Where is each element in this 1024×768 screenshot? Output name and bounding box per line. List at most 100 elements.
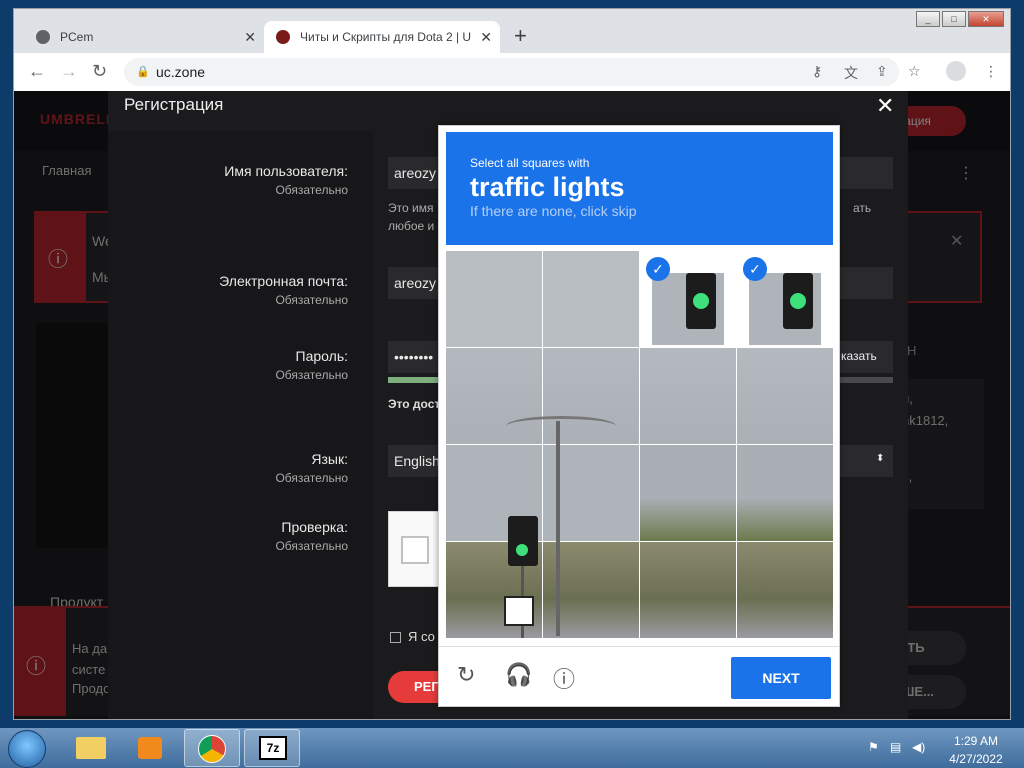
captcha-tile[interactable]: ✓	[737, 251, 833, 347]
captcha-tile[interactable]	[543, 251, 639, 347]
field-label: Имя пользователя:	[224, 163, 348, 179]
key-icon[interactable]: ⚷	[812, 63, 822, 80]
label-column	[108, 131, 373, 719]
captcha-tile[interactable]	[640, 445, 736, 541]
captcha-target: traffic lights	[470, 172, 625, 202]
headphones-icon[interactable]: 🎧	[505, 662, 532, 688]
username-hint: любое и	[388, 219, 435, 233]
captcha-tile[interactable]	[640, 542, 736, 638]
volume-icon[interactable]: ◀)	[912, 740, 925, 754]
captcha-tile[interactable]	[446, 348, 542, 444]
bookmark-star-icon[interactable]: ☆	[908, 63, 921, 80]
reload-icon[interactable]: ↻	[92, 61, 107, 82]
required-note: Обязательно	[275, 471, 348, 485]
field-label: Электронная почта:	[219, 273, 348, 289]
selected-check-icon: ✓	[743, 257, 767, 281]
captcha-header: Select all squares with traffic lights I…	[446, 132, 833, 245]
minimize-button[interactable]: _	[916, 11, 940, 27]
tab-title: Читы и Скрипты для Dota 2 | U	[300, 30, 472, 44]
language-label-group: Язык: Обязательно	[128, 451, 348, 485]
menu-icon[interactable]: ⋮	[984, 63, 998, 80]
reload-icon[interactable]: ↻	[457, 662, 475, 688]
captcha-tile[interactable]	[737, 348, 833, 444]
flag-icon[interactable]: ⚑	[868, 740, 879, 754]
captcha-tile[interactable]	[543, 542, 639, 638]
show-password-button[interactable]: казать	[841, 349, 877, 363]
field-label: Проверка:	[281, 519, 348, 535]
close-tab-icon[interactable]: ✕	[244, 29, 256, 46]
captcha-tile[interactable]	[640, 348, 736, 444]
maximize-button[interactable]: □	[942, 11, 966, 27]
check-label-group: Проверка: Обязательно	[128, 519, 348, 553]
7zip-icon[interactable]: 7z	[244, 729, 300, 767]
captcha-tile[interactable]: ✓	[640, 251, 736, 347]
taskbar: 7z ⚑ ▤ ◀) 1:29 AM 4/27/2022	[0, 728, 1024, 768]
close-tab-icon[interactable]: ✕	[480, 29, 492, 46]
captcha-instruction: Select all squares with	[470, 156, 590, 170]
captcha-tile[interactable]	[737, 445, 833, 541]
username-hint: ать	[853, 201, 872, 215]
tile-image	[446, 542, 542, 638]
tile-image	[652, 273, 724, 345]
captcha-tile[interactable]	[446, 251, 542, 347]
tile-image	[543, 445, 639, 541]
chrome-icon[interactable]	[184, 729, 240, 767]
new-tab-button[interactable]: +	[514, 23, 527, 49]
captcha-tile[interactable]	[543, 348, 639, 444]
folder-icon[interactable]	[64, 729, 120, 767]
forward-icon[interactable]: →	[60, 61, 78, 82]
share-icon[interactable]: ⇪	[876, 63, 888, 80]
captcha-tile[interactable]	[446, 445, 542, 541]
clock-time: 1:29 AM	[953, 734, 999, 748]
tile-image	[543, 542, 639, 638]
select-arrows-icon: ⬍	[876, 453, 885, 464]
agree-checkbox[interactable]	[390, 632, 401, 643]
system-tray: ⚑ ▤ ◀) 1:29 AM 4/27/2022	[860, 730, 1024, 768]
tile-image	[446, 251, 542, 347]
password-hint: Это дост	[388, 397, 441, 411]
captcha-tile[interactable]	[446, 542, 542, 638]
close-icon[interactable]: ✕	[876, 93, 894, 119]
clock[interactable]: 1:29 AM 4/27/2022	[948, 734, 1004, 766]
captcha-footer: ↻ 🎧 ⓘ NEXT	[439, 646, 839, 706]
translate-icon[interactable]: 文	[844, 63, 858, 83]
required-note: Обязательно	[275, 293, 348, 307]
network-icon[interactable]: ▤	[890, 740, 901, 754]
tile-image	[640, 542, 736, 638]
globe-icon	[36, 30, 50, 44]
close-window-button[interactable]: ✕	[968, 11, 1004, 27]
profile-icon[interactable]	[946, 61, 966, 81]
email-label-group: Электронная почта: Обязательно	[128, 273, 348, 307]
tile-image	[446, 348, 542, 444]
captcha-subtext: If there are none, click skip	[470, 203, 637, 219]
tab-uczone[interactable]: Читы и Скрипты для Dota 2 | U ✕	[264, 21, 500, 53]
clock-date: 4/27/2022	[949, 752, 1003, 766]
recaptcha-checkbox[interactable]	[401, 536, 429, 564]
tile-image	[543, 251, 639, 347]
field-label: Язык:	[311, 451, 348, 467]
username-label-group: Имя пользователя: Обязательно	[128, 163, 348, 197]
next-button[interactable]: NEXT	[731, 657, 831, 699]
tile-image	[737, 445, 833, 541]
captcha-tile[interactable]	[737, 542, 833, 638]
password-label-group: Пароль: Обязательно	[128, 348, 348, 382]
media-player-icon[interactable]	[124, 729, 180, 767]
modal-title: Регистрация	[124, 95, 224, 114]
tile-image	[446, 445, 542, 541]
required-note: Обязательно	[275, 368, 348, 382]
tile-image	[640, 348, 736, 444]
url-text: uc.zone	[156, 64, 206, 80]
address-bar[interactable]: 🔒 uc.zone	[124, 58, 899, 86]
umbrella-icon	[276, 30, 290, 44]
agree-text: Я со	[408, 629, 435, 644]
tab-title: PCem	[60, 30, 94, 44]
required-note: Обязательно	[275, 183, 348, 197]
tile-image	[543, 348, 639, 444]
captcha-tile[interactable]	[543, 445, 639, 541]
tile-image	[749, 273, 821, 345]
info-icon[interactable]: ⓘ	[553, 662, 575, 694]
tile-image	[737, 348, 833, 444]
back-icon[interactable]: ←	[28, 61, 46, 82]
tab-pcem[interactable]: PCem ✕	[24, 21, 264, 53]
start-button[interactable]	[8, 730, 46, 768]
